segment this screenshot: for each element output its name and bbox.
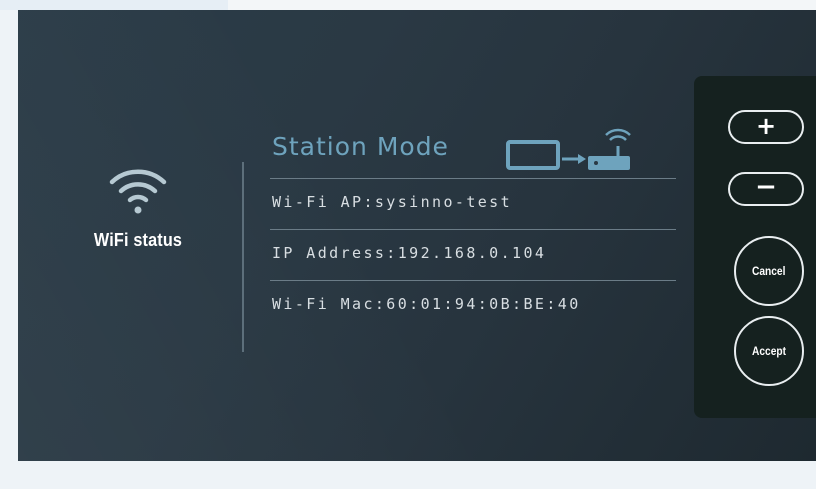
cancel-label: Cancel: [752, 264, 786, 278]
accept-label: Accept: [751, 344, 786, 358]
cancel-button[interactable]: Cancel: [734, 236, 804, 306]
minus-button[interactable]: −: [728, 172, 804, 206]
station-info-panel: Station Mode Wi-Fi AP:sysinno-test IP Ad…: [270, 126, 676, 331]
monitor-to-router-icon: [506, 128, 631, 170]
vertical-divider: [242, 162, 244, 352]
wifi-ap-text: Wi-Fi AP:sysinno-test: [272, 193, 513, 211]
info-row-wifi-mac: Wi-Fi Mac:60:01:94:0B:BE:40: [270, 280, 676, 331]
mode-row: Station Mode: [270, 126, 676, 178]
control-panel: + − Cancel Accept: [694, 76, 816, 418]
top-strip: [0, 0, 816, 10]
ip-address-text: IP Address:192.168.0.104: [272, 244, 547, 262]
wifi-mac-text: Wi-Fi Mac:60:01:94:0B:BE:40: [272, 295, 581, 313]
accept-button[interactable]: Accept: [734, 316, 804, 386]
top-tab: [0, 0, 228, 10]
wifi-icon: [109, 169, 167, 214]
info-row-ip-address: IP Address:192.168.0.104: [270, 229, 676, 280]
wifi-status-panel: WiFi status: [58, 160, 218, 251]
info-row-wifi-ap: Wi-Fi AP:sysinno-test: [270, 178, 676, 229]
station-mode-title: Station Mode: [272, 132, 449, 161]
device-screen: WiFi status Station Mode Wi-Fi AP:sysinn…: [18, 10, 816, 461]
wifi-status-label: WiFi status: [93, 230, 183, 250]
plus-button[interactable]: +: [728, 110, 804, 144]
